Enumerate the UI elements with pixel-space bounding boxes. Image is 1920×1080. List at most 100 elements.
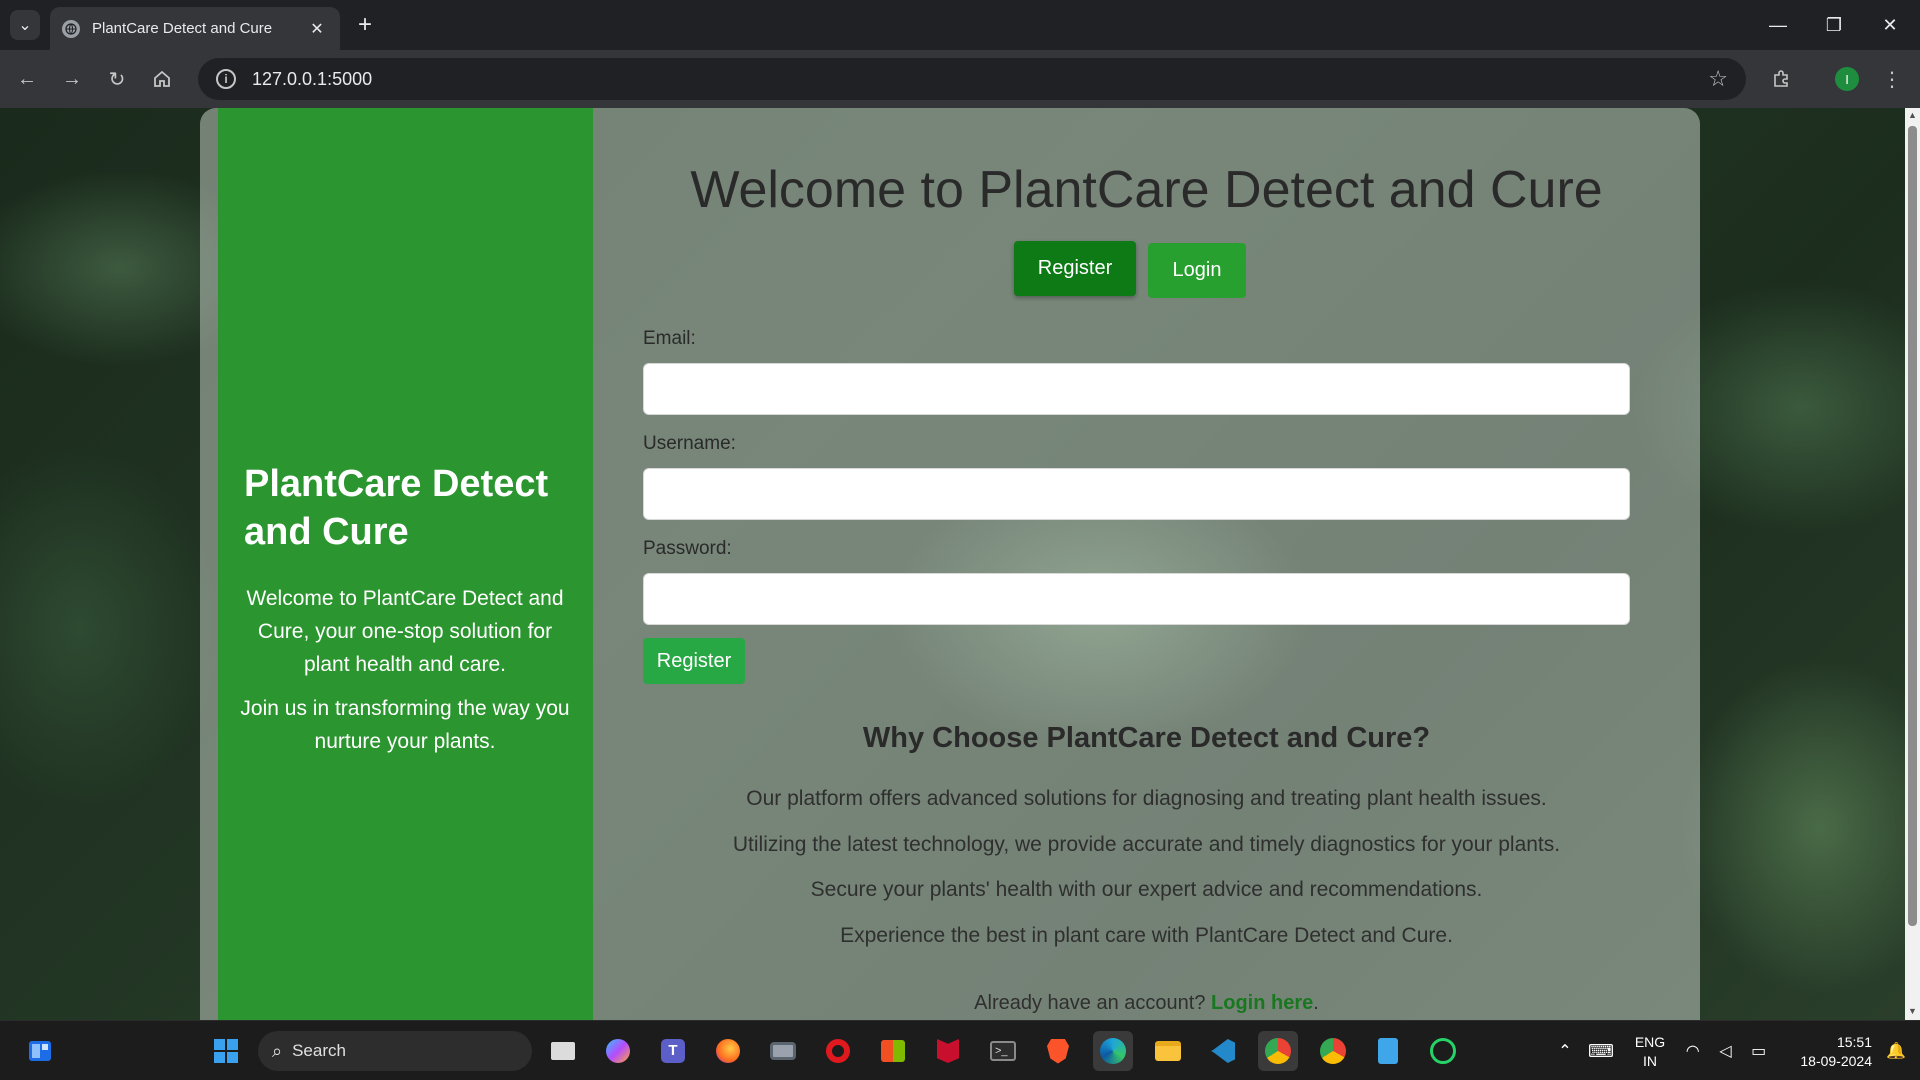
login-tab-button[interactable]: Login xyxy=(1148,243,1246,298)
browser-tab-bar: ⌄ PlantCare Detect and Cure ✕ + — ❐ ✕ xyxy=(0,0,1920,50)
scroll-up-icon[interactable]: ▲ xyxy=(1907,110,1918,120)
page-viewport: PlantCare Detect and Cure Welcome to Pla… xyxy=(0,108,1905,1020)
arrow-right-icon: → xyxy=(62,67,82,90)
opera-icon[interactable] xyxy=(818,1031,858,1071)
form-panel: Welcome to PlantCare Detect and Cure Reg… xyxy=(593,108,1700,1020)
taskbar-search[interactable]: ⌕ Search xyxy=(258,1031,532,1071)
sidebar-title: PlantCare Detect and Cure xyxy=(244,463,549,553)
tab-title: PlantCare Detect and Cure xyxy=(92,20,273,37)
home-button[interactable] xyxy=(147,64,177,94)
puzzle-icon xyxy=(1774,70,1788,87)
teams-icon[interactable]: T xyxy=(653,1031,693,1071)
windows-taskbar: ⌕ Search T >_ ⌃ ⌨ ENG IN ◠ ◁ ▭ 15:51 18-… xyxy=(0,1020,1920,1080)
system-tray[interactable]: ◠ ◁ ▭ xyxy=(1676,1031,1776,1071)
browser-toolbar: ← → ↻ i 127.0.0.1:5000 ☆ ⋮ xyxy=(0,50,1920,108)
task-view-icon[interactable] xyxy=(543,1031,583,1071)
tab-search-button[interactable]: ⌄ xyxy=(10,10,40,40)
whatsapp-icon[interactable] xyxy=(1423,1031,1463,1071)
password-label: Password: xyxy=(643,538,732,559)
search-icon: ⌕ xyxy=(272,1040,283,1061)
folder-icon[interactable] xyxy=(1148,1031,1188,1071)
close-icon[interactable]: ✕ xyxy=(306,18,328,40)
main-card: PlantCare Detect and Cure Welcome to Pla… xyxy=(200,108,1700,1020)
battery-icon: ▭ xyxy=(1751,1043,1767,1060)
language-indicator[interactable]: ENG IN xyxy=(1630,1033,1670,1071)
windows-logo-icon xyxy=(214,1039,238,1063)
login-here-link[interactable]: Login here xyxy=(1211,992,1313,1014)
sidebar-panel: PlantCare Detect and Cure Welcome to Pla… xyxy=(218,108,593,1020)
globe-icon xyxy=(62,19,80,38)
region-code: IN xyxy=(1643,1053,1657,1069)
email-label: Email: xyxy=(643,328,696,349)
vscode-icon[interactable] xyxy=(1203,1031,1243,1071)
chevron-up-icon[interactable]: ⌃ xyxy=(1545,1031,1585,1071)
forward-button[interactable]: → xyxy=(57,64,87,94)
url-text: 127.0.0.1:5000 xyxy=(252,68,373,89)
notification-bell-icon[interactable]: 🔔 xyxy=(1876,1031,1916,1071)
login-prompt: Already have an account? Login here. xyxy=(593,992,1700,1015)
camera-icon[interactable] xyxy=(763,1031,803,1071)
address-bar[interactable]: i 127.0.0.1:5000 ☆ xyxy=(198,58,1746,100)
volume-icon: ◁ xyxy=(1719,1043,1732,1060)
reload-button[interactable]: ↻ xyxy=(102,64,132,94)
mcafee-icon[interactable] xyxy=(928,1031,968,1071)
page-title: Welcome to PlantCare Detect and Cure xyxy=(690,161,1603,219)
star-icon[interactable]: ☆ xyxy=(1708,66,1728,92)
why-line: Our platform offers advanced solutions f… xyxy=(746,787,1547,810)
restore-icon: ❐ xyxy=(1825,14,1843,35)
info-icon[interactable]: i xyxy=(216,69,236,89)
firefox-icon[interactable] xyxy=(708,1031,748,1071)
profile-avatar[interactable]: I xyxy=(1835,67,1859,91)
close-window-button[interactable]: ✕ xyxy=(1862,0,1918,50)
register-submit-button[interactable]: Register xyxy=(643,638,745,684)
language-code: ENG xyxy=(1634,1034,1666,1050)
username-field[interactable] xyxy=(643,468,1630,520)
more-vert-icon: ⋮ xyxy=(1882,68,1902,91)
minimize-icon: — xyxy=(1769,14,1787,35)
browser-tab[interactable]: PlantCare Detect and Cure ✕ xyxy=(50,7,340,50)
chrome-icon[interactable] xyxy=(1258,1031,1298,1071)
why-line: Experience the best in plant care with P… xyxy=(840,924,1453,947)
chevron-down-icon: ⌄ xyxy=(18,17,32,34)
clock-date: 18-09-2024 xyxy=(1800,1053,1872,1069)
home-icon xyxy=(154,70,170,87)
restore-button[interactable]: ❐ xyxy=(1806,0,1862,50)
close-icon: ✕ xyxy=(1882,14,1898,35)
scrollbar-thumb[interactable] xyxy=(1908,126,1917,926)
keyboard-icon[interactable]: ⌨ xyxy=(1581,1031,1621,1071)
clock[interactable]: 15:51 18-09-2024 xyxy=(1782,1033,1872,1071)
sidebar-join: Join us in transforming the way you nurt… xyxy=(240,697,570,753)
register-tab-button[interactable]: Register xyxy=(1014,241,1136,296)
store-icon[interactable] xyxy=(873,1031,913,1071)
search-placeholder: Search xyxy=(292,1041,346,1060)
edge-icon[interactable] xyxy=(1093,1031,1133,1071)
widgets-icon xyxy=(29,1041,51,1061)
login-prompt-suffix: . xyxy=(1313,992,1319,1014)
start-button[interactable] xyxy=(206,1031,246,1071)
back-button[interactable]: ← xyxy=(12,64,42,94)
terminal-icon[interactable]: >_ xyxy=(983,1031,1023,1071)
widgets-button[interactable] xyxy=(20,1031,60,1071)
sidebar-intro: Welcome to PlantCare Detect and Cure, yo… xyxy=(246,587,564,676)
notepad-icon[interactable] xyxy=(1368,1031,1408,1071)
username-label: Username: xyxy=(643,433,736,454)
why-line: Secure your plants' health with our expe… xyxy=(810,878,1483,901)
copilot-icon[interactable] xyxy=(598,1031,638,1071)
email-field[interactable] xyxy=(643,363,1630,415)
clock-time: 15:51 xyxy=(1836,1034,1872,1050)
scroll-down-icon[interactable]: ▼ xyxy=(1907,1006,1918,1016)
arrow-left-icon: ← xyxy=(17,67,37,90)
minimize-button[interactable]: — xyxy=(1750,0,1806,50)
why-line: Utilizing the latest technology, we prov… xyxy=(732,833,1561,856)
why-heading: Why Choose PlantCare Detect and Cure? xyxy=(862,722,1431,754)
chrome-profile-icon[interactable] xyxy=(1313,1031,1353,1071)
page-scrollbar[interactable]: ▲ ▼ xyxy=(1905,108,1920,1020)
wifi-icon: ◠ xyxy=(1685,1043,1700,1060)
password-field[interactable] xyxy=(643,573,1630,625)
extensions-button[interactable] xyxy=(1766,64,1796,94)
reload-icon: ↻ xyxy=(108,68,126,91)
login-prompt-text: Already have an account? xyxy=(974,992,1206,1014)
brave-icon[interactable] xyxy=(1038,1031,1078,1071)
new-tab-button[interactable]: + xyxy=(352,12,378,38)
menu-button[interactable]: ⋮ xyxy=(1877,64,1907,94)
